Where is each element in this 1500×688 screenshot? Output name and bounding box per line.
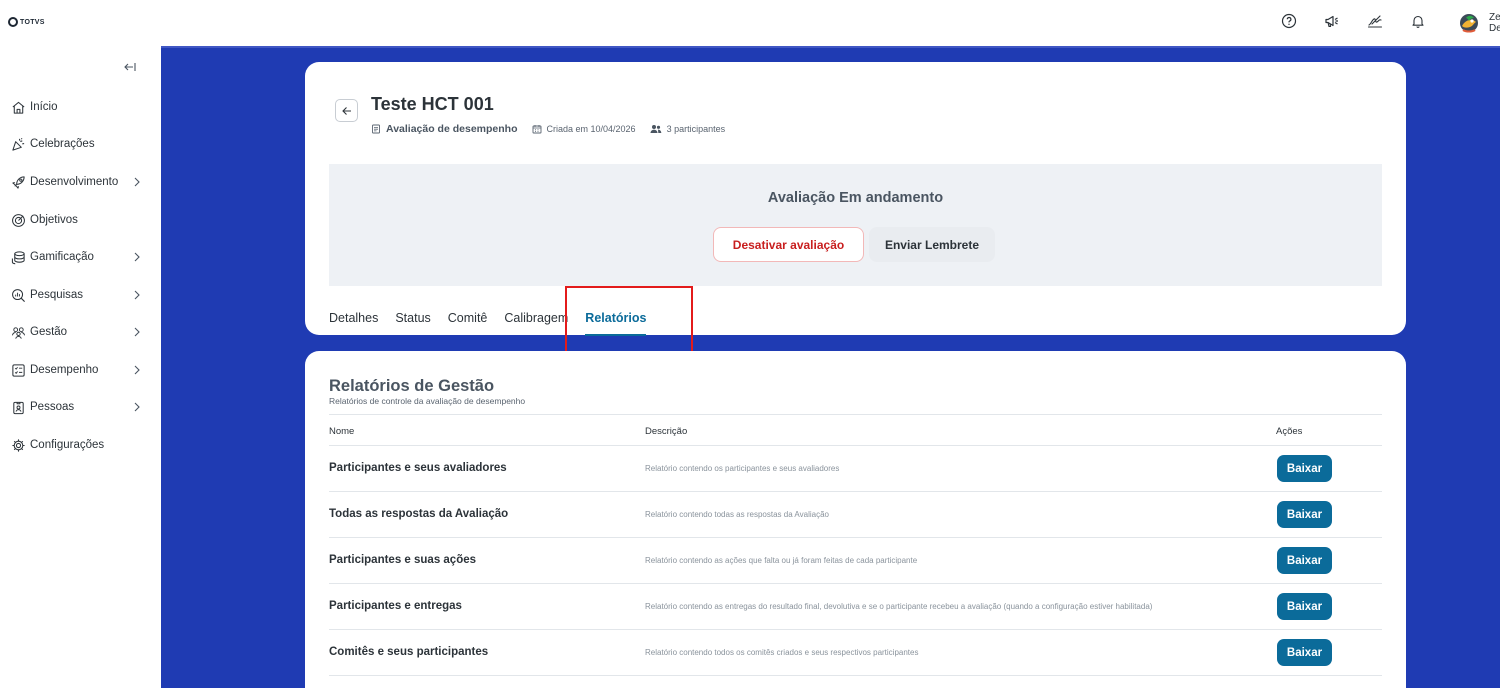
column-header-description: Descrição	[645, 426, 688, 437]
reports-subtitle: Relatórios de controle da avaliação de d…	[329, 396, 526, 406]
table-row: Todas as respostas da Avaliação Relatóri…	[329, 492, 1382, 538]
evaluation-type: Avaliação de desempenho	[386, 123, 518, 135]
chevron-right-icon	[132, 250, 142, 264]
sidebar-item-gamificacao[interactable]: Gamificação	[10, 247, 150, 267]
download-button[interactable]: Baixar	[1277, 501, 1332, 528]
table-row: Participantes e entregas Relatório conte…	[329, 584, 1382, 630]
participants-count: 3 participantes	[666, 124, 726, 134]
reports-title: Relatórios de Gestão	[329, 377, 495, 395]
rocket-icon	[10, 174, 26, 190]
tab-status[interactable]: Status	[395, 311, 430, 336]
bell-icon[interactable]	[1409, 12, 1427, 30]
table-row: Participantes e seus avaliadores Relatór…	[329, 446, 1382, 492]
download-button[interactable]: Baixar	[1277, 593, 1332, 620]
signature-icon[interactable]	[1366, 12, 1384, 30]
report-description: Relatório contendo as entregas do result…	[645, 602, 1153, 611]
sidebar-item-label: Início	[30, 101, 58, 113]
report-name: Participantes e suas ações	[329, 554, 477, 566]
table-header: Nome Descrição Ações	[329, 414, 1382, 446]
tab-detalhes[interactable]: Detalhes	[329, 311, 378, 336]
sidebar-item-label: Objetivos	[30, 214, 78, 226]
sidebar-item-label: Pesquisas	[30, 289, 84, 301]
checklist-icon	[10, 362, 26, 378]
totvs-logo[interactable]: TOTVS	[8, 17, 45, 27]
chevron-right-icon	[132, 363, 142, 377]
people-icon	[10, 324, 26, 340]
help-icon[interactable]	[1280, 12, 1298, 30]
send-reminder-button[interactable]: Enviar Lembrete	[869, 227, 995, 262]
collapse-sidebar-icon[interactable]	[123, 60, 137, 74]
report-name: Participantes e entregas	[329, 600, 462, 612]
sidebar-item-gestao[interactable]: Gestão	[10, 322, 150, 342]
created-date: Criada em 10/04/2026	[546, 124, 636, 134]
sidebar-item-label: Pessoas	[30, 401, 75, 413]
id-badge-icon	[10, 399, 26, 415]
chevron-right-icon	[132, 288, 142, 302]
column-header-name: Nome	[329, 426, 355, 437]
download-button[interactable]: Baixar	[1277, 547, 1332, 574]
tab-calibragem[interactable]: Calibragem	[504, 311, 568, 336]
report-name: Comitês e seus participantes	[329, 646, 489, 658]
party-icon	[10, 136, 26, 152]
home-icon	[10, 99, 26, 115]
gear-icon	[10, 437, 26, 453]
column-header-actions: Ações	[1276, 426, 1303, 437]
user-name[interactable]: Ze	[1489, 13, 1500, 23]
tab-comite[interactable]: Comitê	[448, 311, 488, 336]
main-content: Teste HCT 001 Avaliação de desempenho Cr…	[161, 46, 1500, 688]
deactivate-evaluation-button[interactable]: Desativar avaliação	[713, 227, 864, 262]
target-icon	[10, 212, 26, 228]
sidebar-item-objetivos[interactable]: Objetivos	[10, 210, 150, 230]
search-poll-icon	[10, 287, 26, 303]
sidebar-item-label: Gestão	[30, 326, 68, 338]
download-button[interactable]: Baixar	[1277, 455, 1332, 482]
top-bar: TOTVS Ze De	[0, 0, 1500, 46]
report-description: Relatório contendo os participantes e se…	[645, 464, 840, 473]
megaphone-icon[interactable]	[1323, 12, 1341, 30]
report-description: Relatório contendo as ações que falta ou…	[645, 556, 918, 565]
participants-icon	[650, 125, 661, 133]
table-row: Participantes e suas ações Relatório con…	[329, 538, 1382, 584]
arrow-left-icon	[341, 106, 351, 115]
report-description: Relatório contendo todos os comitês cria…	[645, 648, 919, 657]
sidebar-item-label: Configurações	[30, 439, 105, 451]
chevron-right-icon	[132, 325, 142, 339]
document-icon	[372, 124, 380, 134]
sidebar: Início Celebrações Desenvolvimento Objet…	[0, 46, 161, 688]
sidebar-item-label: Desempenho	[30, 364, 99, 376]
sidebar-item-desenvolvimento[interactable]: Desenvolvimento	[10, 172, 150, 192]
sidebar-item-inicio[interactable]: Início	[10, 97, 150, 117]
download-button[interactable]: Baixar	[1277, 639, 1332, 666]
reports-card: Relatórios de Gestão Relatórios de contr…	[305, 351, 1406, 688]
page-title: Teste HCT 001	[371, 94, 494, 114]
calendar-icon	[532, 125, 541, 134]
chevron-right-icon	[132, 400, 142, 414]
status-panel: Avaliação Em andamento Desativar avaliaç…	[329, 164, 1382, 286]
sidebar-item-label: Celebrações	[30, 138, 95, 150]
sidebar-item-pessoas[interactable]: Pessoas	[10, 397, 150, 417]
status-title: Avaliação Em andamento	[767, 190, 944, 206]
sidebar-item-configuracoes[interactable]: Configurações	[10, 435, 150, 455]
reports-table: Nome Descrição Ações Participantes e seu…	[329, 414, 1382, 676]
report-name: Todas as respostas da Avaliação	[329, 508, 509, 520]
coins-icon	[10, 249, 26, 265]
sidebar-item-pesquisas[interactable]: Pesquisas	[10, 285, 150, 305]
sidebar-item-label: Desenvolvimento	[30, 176, 119, 188]
evaluation-header-card: Teste HCT 001 Avaliação de desempenho Cr…	[305, 62, 1406, 365]
sidebar-item-label: Gamificação	[30, 251, 94, 263]
evaluation-meta: Avaliação de desempenho Criada em 10/04/…	[371, 123, 739, 135]
avatar[interactable]	[1458, 12, 1480, 36]
table-row: Comitês e seus participantes Relatório c…	[329, 630, 1382, 676]
back-button[interactable]	[335, 99, 358, 122]
sidebar-item-celebracoes[interactable]: Celebrações	[10, 134, 150, 154]
report-name: Participantes e seus avaliadores	[329, 462, 507, 474]
chevron-right-icon	[132, 175, 142, 189]
user-subtitle: De	[1489, 24, 1500, 34]
sidebar-item-desempenho[interactable]: Desempenho	[10, 360, 150, 380]
report-description: Relatório contendo todas as respostas da…	[645, 510, 829, 519]
logo-mark-icon	[8, 17, 18, 27]
